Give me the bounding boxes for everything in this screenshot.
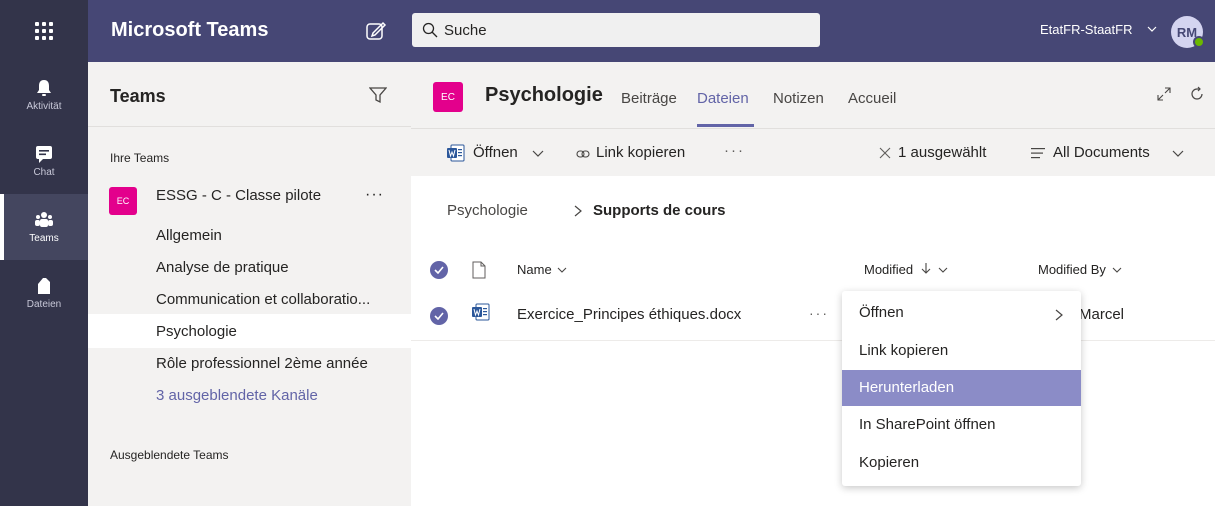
view-list-icon bbox=[1031, 148, 1045, 159]
team-avatar: EC bbox=[109, 187, 137, 215]
refresh-icon[interactable] bbox=[1189, 86, 1205, 102]
row-checkbox[interactable] bbox=[430, 307, 448, 325]
app-launcher-button[interactable] bbox=[0, 0, 88, 62]
more-options-icon[interactable]: ··· bbox=[724, 142, 745, 159]
panel-title: Teams bbox=[110, 86, 166, 106]
divider bbox=[88, 126, 411, 127]
modified-by-cell: Marcel bbox=[1079, 306, 1125, 323]
channel-item[interactable]: Analyse de pratique bbox=[156, 259, 289, 276]
expand-icon[interactable] bbox=[1156, 86, 1172, 102]
chevron-down-icon[interactable] bbox=[1147, 24, 1157, 34]
team-more-options-icon[interactable]: ··· bbox=[365, 186, 384, 204]
link-icon bbox=[576, 150, 590, 158]
channel-active-highlight bbox=[88, 314, 411, 348]
channel-item[interactable]: Communication et collaboratio... bbox=[156, 291, 370, 308]
channel-item-active[interactable]: Psychologie bbox=[156, 323, 237, 340]
app-rail: Aktivität Chat Teams Dateien bbox=[0, 62, 88, 506]
column-header-modified-by[interactable]: Modified By bbox=[1038, 262, 1122, 277]
breadcrumb-parent[interactable]: Psychologie bbox=[447, 202, 528, 219]
rail-item-activity[interactable]: Aktivität bbox=[0, 62, 88, 128]
column-header-name[interactable]: Name bbox=[517, 262, 567, 277]
files-content: Psychologie Supports de cours Name Modif… bbox=[411, 176, 1215, 506]
row-more-options-icon[interactable]: ··· bbox=[809, 305, 829, 321]
compose-icon[interactable] bbox=[365, 20, 387, 42]
rail-item-label: Teams bbox=[29, 233, 59, 244]
rail-item-label: Aktivität bbox=[26, 101, 62, 112]
word-icon bbox=[472, 303, 490, 321]
file-icon bbox=[38, 278, 50, 294]
app-title: Microsoft Teams bbox=[111, 19, 269, 41]
channel-title: Psychologie bbox=[485, 84, 603, 106]
chevron-down-icon[interactable] bbox=[1172, 147, 1184, 159]
tab-home[interactable]: Accueil bbox=[848, 90, 896, 107]
teams-icon bbox=[35, 212, 53, 227]
menu-item-copy[interactable]: Kopieren bbox=[842, 445, 1081, 481]
tab-posts[interactable]: Beiträge bbox=[621, 90, 677, 107]
column-header-label: Modified By bbox=[1038, 262, 1106, 277]
column-header-label: Name bbox=[517, 262, 552, 277]
active-tab-indicator bbox=[697, 124, 754, 127]
section-label-your-teams: Ihre Teams bbox=[110, 151, 170, 165]
rail-item-chat[interactable]: Chat bbox=[0, 128, 88, 194]
teams-panel: Teams Ihre Teams EC ESSG - C - Classe pi… bbox=[88, 62, 411, 506]
check-icon bbox=[434, 312, 444, 320]
chevron-down-icon[interactable] bbox=[532, 147, 544, 159]
word-icon bbox=[447, 144, 465, 162]
chat-icon bbox=[36, 146, 52, 163]
column-header-label: Modified bbox=[864, 262, 914, 277]
channel-item[interactable]: Rôle professionnel 2ème année bbox=[156, 355, 368, 372]
file-name-link[interactable]: Exercice_Principes éthiques.docx bbox=[517, 306, 741, 323]
context-menu: Öffnen Link kopieren Herunterladen In Sh… bbox=[842, 291, 1081, 486]
team-name[interactable]: ESSG - C - Classe pilote bbox=[156, 187, 321, 204]
channel-item[interactable]: Allgemein bbox=[156, 227, 222, 244]
copy-link-button[interactable]: Link kopieren bbox=[596, 144, 685, 161]
check-icon bbox=[434, 266, 444, 274]
tenant-switcher[interactable]: EtatFR-StaatFR bbox=[1040, 22, 1132, 37]
menu-item-download[interactable]: Herunterladen bbox=[842, 370, 1081, 406]
divider bbox=[411, 340, 1215, 341]
chevron-down-icon bbox=[1112, 267, 1121, 273]
search-placeholder: Suche bbox=[444, 22, 487, 39]
main-area: EC Psychologie Beiträge Dateien Notizen … bbox=[411, 62, 1215, 506]
hidden-channels-link[interactable]: 3 ausgeblendete Kanäle bbox=[156, 387, 318, 404]
menu-item-open[interactable]: Öffnen bbox=[842, 295, 1081, 331]
rail-item-label: Chat bbox=[33, 167, 55, 178]
channel-avatar: EC bbox=[433, 82, 463, 112]
menu-item-label: Öffnen bbox=[859, 304, 904, 321]
section-label-hidden-teams[interactable]: Ausgeblendete Teams bbox=[110, 448, 229, 462]
tab-notes[interactable]: Notizen bbox=[773, 90, 824, 107]
menu-item-copy-link[interactable]: Link kopieren bbox=[842, 333, 1081, 369]
files-toolbar: Öffnen Link kopieren ··· 1 ausgewählt Al… bbox=[411, 129, 1215, 176]
breadcrumb-current: Supports de cours bbox=[593, 202, 726, 219]
close-icon[interactable] bbox=[879, 147, 891, 159]
open-button[interactable]: Öffnen bbox=[473, 144, 518, 161]
chevron-down-icon bbox=[557, 267, 567, 273]
file-type-icon bbox=[472, 261, 486, 279]
chevron-right-icon bbox=[574, 205, 582, 217]
presence-status-icon bbox=[1193, 36, 1205, 48]
top-bar: Microsoft Teams Suche EtatFR-StaatFR RM bbox=[0, 0, 1215, 62]
selection-count: 1 ausgewählt bbox=[898, 144, 987, 161]
menu-item-open-in-sharepoint[interactable]: In SharePoint öffnen bbox=[842, 407, 1081, 443]
filter-icon[interactable] bbox=[369, 86, 387, 104]
view-selector[interactable]: All Documents bbox=[1053, 144, 1150, 161]
search-icon bbox=[422, 22, 438, 38]
column-header-modified[interactable]: Modified bbox=[864, 262, 948, 277]
tab-files[interactable]: Dateien bbox=[697, 90, 749, 107]
sort-down-icon bbox=[921, 263, 931, 274]
search-input[interactable]: Suche bbox=[412, 13, 820, 47]
select-all-checkbox[interactable] bbox=[430, 261, 448, 279]
channel-header: EC Psychologie Beiträge Dateien Notizen … bbox=[411, 62, 1215, 128]
bell-icon bbox=[37, 80, 51, 96]
rail-item-files[interactable]: Dateien bbox=[0, 260, 88, 326]
rail-item-label: Dateien bbox=[26, 299, 62, 310]
waffle-icon bbox=[35, 22, 53, 40]
chevron-down-icon bbox=[939, 267, 948, 273]
rail-item-teams[interactable]: Teams bbox=[0, 194, 88, 260]
chevron-right-icon bbox=[1055, 309, 1063, 321]
